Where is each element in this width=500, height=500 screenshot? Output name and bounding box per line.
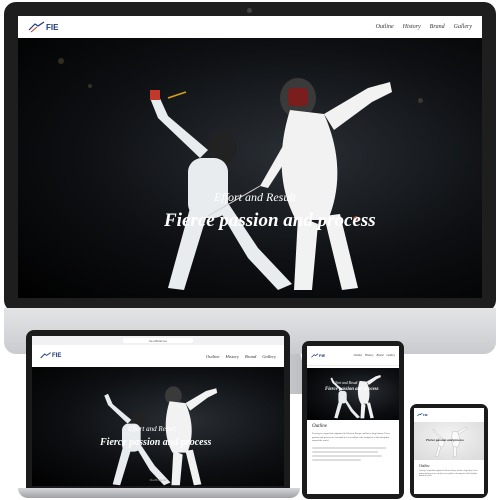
outline-text: Fencing is a sport that originated in We… xyxy=(312,432,391,443)
hero-section: Effort and Result Fierce passion and pro… xyxy=(32,367,284,486)
logo-text: FIE xyxy=(46,22,59,32)
outline-text: Fencing is a sport that originated in We… xyxy=(419,470,478,478)
site-header: FIE xyxy=(414,408,484,422)
site-logo[interactable]: FIE xyxy=(40,352,61,360)
nav-outline[interactable]: Outline xyxy=(376,24,394,30)
main-nav: Outline History Brand Gallery xyxy=(200,354,276,359)
outline-section: Outline Fencing is a sport that originat… xyxy=(414,464,484,478)
outline-heading: Outline xyxy=(419,464,430,468)
site-logo[interactable]: FIE xyxy=(311,352,326,359)
imac-screen: FIE Outline History Brand Gallery Effort… xyxy=(18,16,482,298)
hero-section: Effort and Result Fierce passion and pro… xyxy=(307,368,399,420)
logo-text: FIE xyxy=(319,353,326,358)
phone-device: FIE Fierce passion and process Outline F… xyxy=(410,404,488,498)
main-nav: Outline History Brand Gallery xyxy=(367,24,472,30)
nav-history[interactable]: History xyxy=(365,354,373,357)
logo-text: FIE xyxy=(423,413,428,417)
hero-title: Fierce passion and process xyxy=(164,210,376,231)
outline-section: Outline Fencing is a sport that originat… xyxy=(307,424,399,463)
nav-brand[interactable]: Brand xyxy=(430,24,445,30)
site-logo[interactable]: FIE xyxy=(417,413,428,417)
nav-history[interactable]: History xyxy=(226,354,240,359)
fie-logo-icon xyxy=(28,21,45,33)
fencers-image xyxy=(330,375,381,419)
device-label: MacBook Air xyxy=(149,478,167,482)
nav-gallery[interactable]: Gallery xyxy=(262,354,276,359)
site-header: FIE Outline History Brand Gallery xyxy=(32,345,284,367)
nav-outline[interactable]: Outline xyxy=(206,354,220,359)
imac-device: FIE Outline History Brand Gallery Effort… xyxy=(4,2,496,394)
nav-gallery[interactable]: Gallery xyxy=(386,354,395,357)
hero-title: Fierce passion and process xyxy=(325,387,379,392)
nav-brand[interactable]: Brand xyxy=(245,354,256,359)
address-bar[interactable]: fie-official.net xyxy=(123,338,193,343)
macbook-device: fie-official.net FIE Outline History Bra… xyxy=(18,330,300,500)
bokeh-light xyxy=(88,84,92,88)
ipad-screen: FIE Outline History Brand Gallery Effort… xyxy=(307,346,399,494)
fencers-image xyxy=(150,78,392,290)
phone-screen: FIE Fierce passion and process Outline F… xyxy=(414,408,484,494)
hero-section: Effort and Result Fierce passion and pro… xyxy=(18,38,482,298)
hero-subtitle: Effort and Result xyxy=(333,381,358,385)
hero-subtitle: Effort and Result xyxy=(128,425,176,433)
hero-subtitle: Effort and Result xyxy=(214,190,296,204)
camera-icon xyxy=(247,8,252,13)
hero-title: Fierce passion and process xyxy=(426,438,464,442)
nav-outline[interactable]: Outline xyxy=(354,354,362,357)
nav-brand[interactable]: Brand xyxy=(376,354,383,357)
main-nav: Outline History Brand Gallery xyxy=(351,354,395,357)
macbook-base xyxy=(18,488,300,498)
macbook-lid: fie-official.net FIE Outline History Bra… xyxy=(26,330,290,490)
hero-section: Fierce passion and process xyxy=(414,422,484,460)
site-header: FIE Outline History Brand Gallery xyxy=(307,346,399,366)
nav-history[interactable]: History xyxy=(403,24,421,30)
site-header: FIE Outline History Brand Gallery xyxy=(18,16,482,38)
hero-title: Fierce passion and process xyxy=(100,437,212,448)
fie-logo-icon xyxy=(40,352,51,359)
site-logo[interactable]: FIE xyxy=(28,21,58,33)
outline-heading: Outline xyxy=(312,424,327,429)
nav-gallery[interactable]: Gallery xyxy=(454,24,472,30)
ipad-device: FIE Outline History Brand Gallery Effort… xyxy=(302,341,404,499)
bokeh-light xyxy=(58,58,64,64)
text-placeholder xyxy=(312,446,394,461)
macbook-screen: fie-official.net FIE Outline History Bra… xyxy=(32,336,284,486)
imac-bezel: FIE Outline History Brand Gallery Effort… xyxy=(4,2,496,312)
fie-logo-icon xyxy=(311,352,319,358)
logo-text: FIE xyxy=(52,353,62,359)
browser-toolbar: fie-official.net xyxy=(32,336,284,345)
responsive-mockup: FIE Outline History Brand Gallery Effort… xyxy=(0,0,500,500)
bokeh-light xyxy=(418,98,423,103)
